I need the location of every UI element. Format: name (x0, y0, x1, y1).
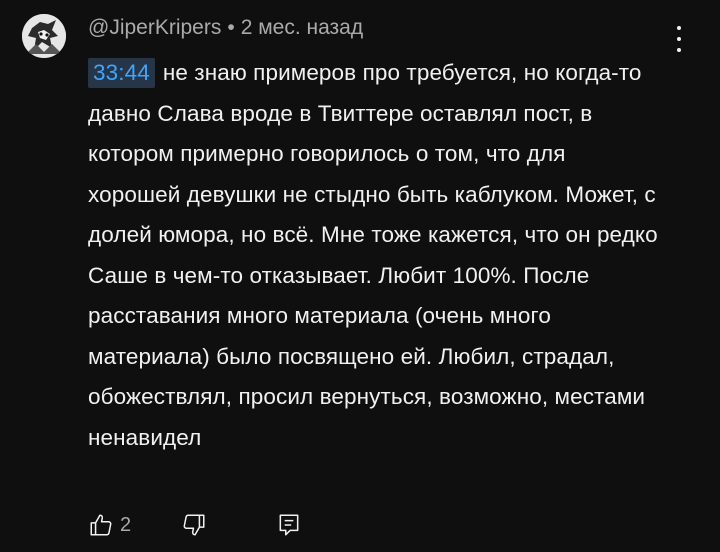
comment-text: 33:44 не знаю примеров про требуется, но … (88, 53, 658, 458)
avatar-image (22, 14, 66, 58)
header-separator: • (227, 16, 235, 39)
dislike-button[interactable] (181, 512, 207, 538)
like-button[interactable]: 2 (88, 512, 131, 538)
comment-body: не знаю примеров про требуется, но когда… (88, 60, 658, 450)
timestamp-link[interactable]: 33:44 (88, 58, 155, 88)
thumb-down-icon (183, 514, 205, 536)
kebab-dot (677, 26, 681, 30)
comment-header: @JiperKripers • 2 мес. назад (88, 15, 363, 41)
more-vert-icon[interactable] (668, 26, 690, 52)
thumb-up-icon (90, 514, 112, 536)
reply-icon (279, 514, 299, 536)
like-count: 2 (120, 513, 132, 536)
kebab-dot (677, 37, 681, 41)
kebab-dot (677, 48, 681, 52)
comment-time[interactable]: 2 мес. назад (241, 16, 363, 39)
reply-button[interactable] (277, 512, 301, 538)
comment-actions: 2 (88, 508, 301, 542)
comment: @JiperKripers • 2 мес. назад 33:44 не знаю … (0, 0, 720, 552)
avatar[interactable] (22, 14, 66, 58)
author-name[interactable]: @JiperKripers (88, 16, 221, 39)
